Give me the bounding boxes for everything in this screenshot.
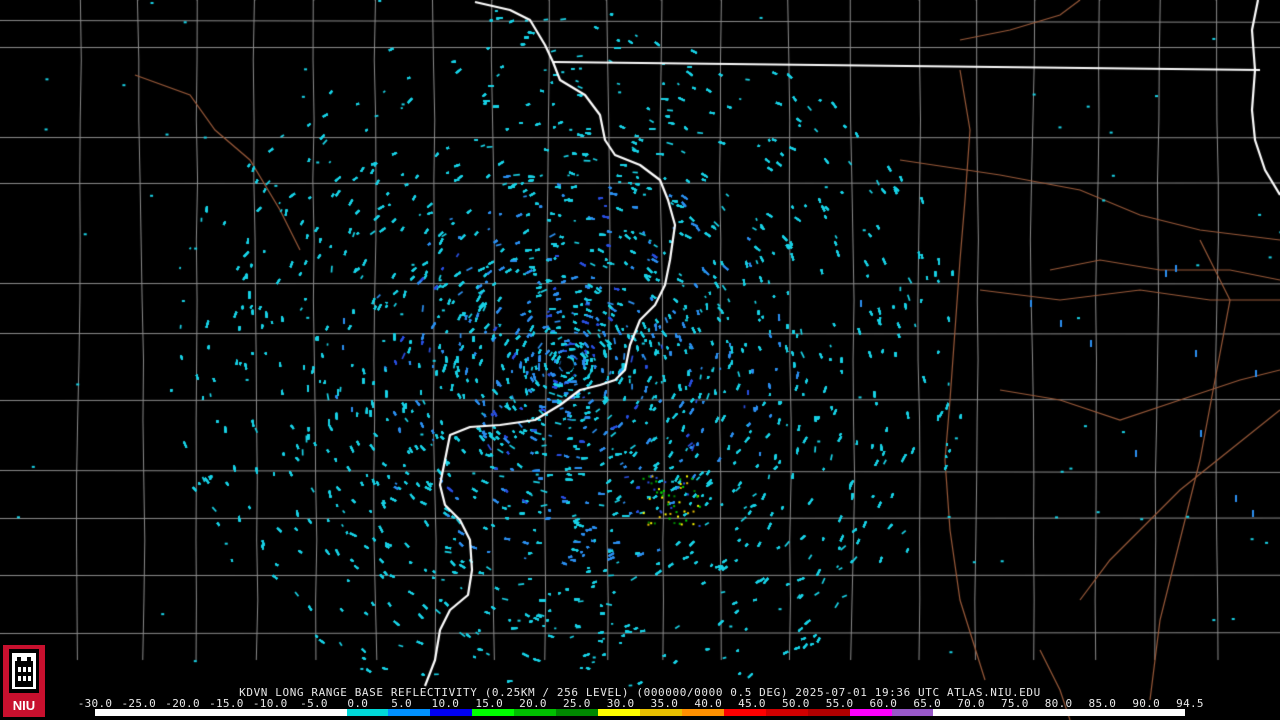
legend-tick: 45.0 — [738, 697, 766, 710]
colorbar-segment — [1143, 709, 1185, 716]
legend-tick: -25.0 — [121, 697, 157, 710]
legend-tick: 55.0 — [825, 697, 854, 710]
legend-tick: 75.0 — [1000, 697, 1029, 710]
colorbar-segment — [514, 709, 557, 716]
legend-tick: 25.0 — [562, 697, 591, 710]
legend-tick: -30.0 — [77, 697, 113, 710]
legend-tick: 40.0 — [694, 697, 723, 710]
legend-tick: 94.5 — [1176, 697, 1204, 710]
colorbar-segment — [975, 709, 1018, 716]
colorbar-segment — [388, 709, 431, 716]
colorbar-segment — [807, 709, 850, 716]
legend-tick: 80.0 — [1044, 697, 1073, 710]
legend-tick: 85.0 — [1088, 697, 1117, 710]
legend-tick: -15.0 — [209, 697, 244, 710]
radar-map — [0, 0, 1280, 720]
colorbar-segment — [220, 709, 263, 716]
legend-tick: 60.0 — [869, 697, 898, 710]
colorbar-segment — [765, 709, 808, 716]
colorbar-segment — [598, 709, 640, 716]
colorbar-segment — [95, 709, 137, 716]
legend-tick: 15.0 — [475, 697, 504, 710]
colorbar-segment — [849, 709, 892, 716]
legend-tick: 70.0 — [957, 697, 985, 710]
legend-tick: 90.0 — [1132, 697, 1161, 710]
colorbar-segment — [681, 709, 724, 716]
legend-tick: 35.0 — [650, 697, 679, 710]
colorbar-segment — [1017, 709, 1060, 716]
colorbar-segment — [262, 709, 305, 716]
legend-tick: 65.0 — [913, 697, 942, 710]
legend-tick: 5.0 — [391, 697, 412, 710]
legend-tick: -10.0 — [252, 697, 288, 710]
legend-tick: 10.0 — [431, 697, 460, 710]
colorbar-segment — [933, 709, 976, 716]
niu-logo: NIU — [3, 645, 45, 717]
colorbar-segment — [723, 709, 766, 716]
colorbar-segment — [430, 709, 473, 716]
legend-tick: 30.0 — [606, 697, 635, 710]
colorbar-segment — [556, 709, 599, 716]
legend-tick: -5.0 — [300, 697, 328, 710]
colorbar-segment — [178, 709, 221, 716]
colorbar-segment — [346, 709, 389, 716]
legend-tick: 20.0 — [519, 697, 547, 710]
reflectivity-colorbar — [95, 709, 1185, 716]
niu-logo-text: NIU — [13, 698, 35, 713]
colorbar-segment — [639, 709, 682, 716]
colorbar-segment — [1101, 709, 1144, 716]
legend-tick: -20.0 — [165, 697, 200, 710]
colorbar-segment — [304, 709, 347, 716]
colorbar-segment — [1059, 709, 1102, 716]
legend-tick: 50.0 — [781, 697, 810, 710]
colorbar-segment — [136, 709, 179, 716]
colorbar-segment — [891, 709, 934, 716]
legend-tick-labels: -30.0 -25.0 -20.0 -15.0 -10.0 -5.0 0.0 5.0 10.0 1… — [78, 697, 1204, 710]
colorbar-segment — [472, 709, 515, 716]
legend-tick: 0.0 — [347, 697, 369, 710]
